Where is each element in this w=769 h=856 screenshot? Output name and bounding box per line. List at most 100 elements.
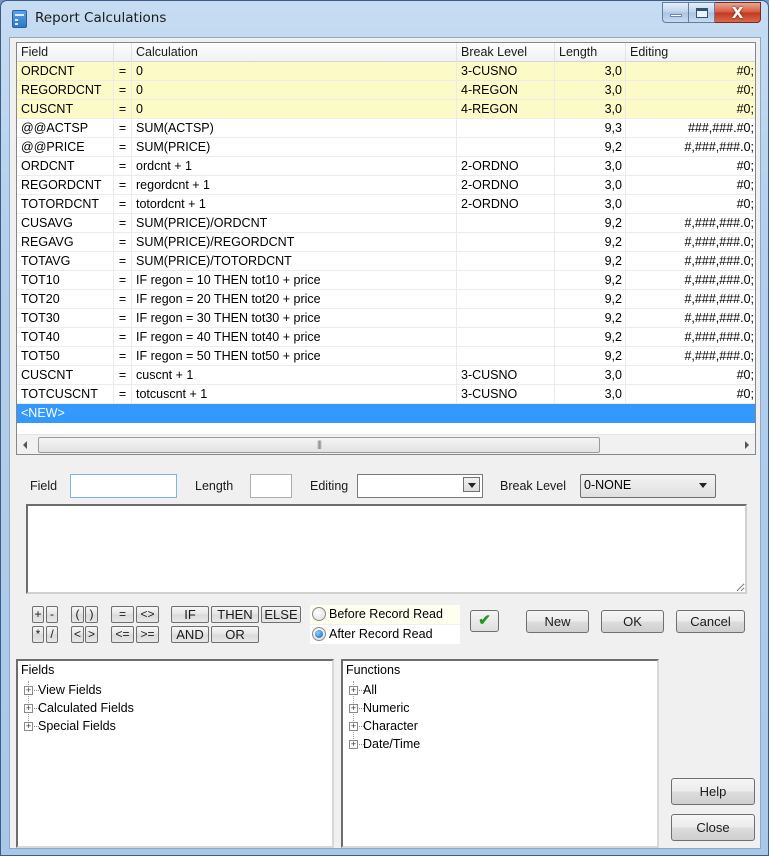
cell-editing[interactable]: #0; bbox=[626, 81, 755, 99]
cell-calc[interactable]: regordcnt + 1 bbox=[132, 176, 457, 194]
cell-eq[interactable]: = bbox=[114, 81, 132, 99]
cell-length[interactable]: 3,0 bbox=[555, 385, 626, 403]
minimize-button[interactable] bbox=[662, 2, 689, 23]
cell-break[interactable] bbox=[457, 271, 555, 289]
expand-icon[interactable]: + bbox=[349, 704, 358, 713]
cell-calc[interactable]: IF regon = 50 THEN tot50 + price bbox=[132, 347, 457, 365]
if-button[interactable]: IF bbox=[171, 606, 209, 623]
cell-eq[interactable]: = bbox=[114, 176, 132, 194]
apply-checkmark-button[interactable]: ✔ bbox=[470, 610, 499, 632]
fields-tree[interactable]: Fields + View Fields + Calculated Fields +… bbox=[16, 659, 334, 848]
cell-editing[interactable]: #0; bbox=[626, 100, 755, 118]
cell-eq[interactable]: = bbox=[114, 347, 132, 365]
cell-break[interactable]: 3-CUSNO bbox=[457, 62, 555, 80]
cell-editing[interactable]: #0; bbox=[626, 62, 755, 80]
table-row[interactable]: CUSAVG = SUM(PRICE)/ORDCNT 9,2 #,###,###.0; bbox=[17, 214, 755, 233]
table-row[interactable]: TOTCUSCNT = totcuscnt + 1 3-CUSNO 3,0 #0; bbox=[17, 385, 755, 404]
cell-length[interactable]: 3,0 bbox=[555, 100, 626, 118]
cell-editing[interactable]: #,###,###.0; bbox=[626, 233, 755, 251]
column-header-calculation[interactable]: Calculation bbox=[132, 43, 457, 62]
cell-field[interactable]: TOTCUSCNT bbox=[17, 385, 114, 403]
cell-field[interactable]: REGORDCNT bbox=[17, 81, 114, 99]
cell-length[interactable]: 3,0 bbox=[555, 81, 626, 99]
table-row[interactable]: CUSCNT = 0 4-REGON 3,0 #0; bbox=[17, 100, 755, 119]
cell-calc[interactable]: SUM(PRICE)/ORDCNT bbox=[132, 214, 457, 232]
cell-field[interactable]: TOTAVG bbox=[17, 252, 114, 270]
expand-icon[interactable]: + bbox=[349, 722, 358, 731]
radio-after-record-read[interactable] bbox=[312, 627, 326, 641]
greater-equal-button[interactable]: >= bbox=[136, 626, 159, 643]
new-row[interactable]: <NEW> bbox=[17, 404, 755, 423]
cell-length[interactable]: 9,2 bbox=[555, 328, 626, 346]
cell-break[interactable]: 2-ORDNO bbox=[457, 157, 555, 175]
length-input[interactable] bbox=[250, 474, 292, 498]
cell-editing[interactable]: #,###,###.0; bbox=[626, 309, 755, 327]
cell-editing[interactable]: #0; bbox=[626, 157, 755, 175]
new-button[interactable]: New bbox=[526, 610, 589, 633]
less-than-button[interactable]: < bbox=[71, 626, 84, 643]
scroll-right-icon[interactable] bbox=[745, 441, 749, 449]
expand-icon[interactable]: + bbox=[24, 722, 33, 731]
cell-editing[interactable]: #,###,###.0; bbox=[626, 214, 755, 232]
editing-dropdown-button[interactable] bbox=[463, 477, 480, 492]
not-equal-button[interactable]: <> bbox=[136, 606, 159, 623]
cell-eq[interactable]: = bbox=[114, 157, 132, 175]
cell-length[interactable]: 9,2 bbox=[555, 309, 626, 327]
cell-editing[interactable]: #,###,###.0; bbox=[626, 290, 755, 308]
cell-eq[interactable]: = bbox=[114, 328, 132, 346]
cell-calc[interactable]: SUM(PRICE) bbox=[132, 138, 457, 156]
cell-field[interactable]: ORDCNT bbox=[17, 157, 114, 175]
cell-length[interactable]: 3,0 bbox=[555, 62, 626, 80]
cell-length[interactable]: 3,0 bbox=[555, 176, 626, 194]
cell-length[interactable]: 3,0 bbox=[555, 366, 626, 384]
cell-field[interactable]: CUSCNT bbox=[17, 100, 114, 118]
cell-eq[interactable]: = bbox=[114, 271, 132, 289]
column-header-editing[interactable]: Editing bbox=[626, 43, 755, 62]
ok-button[interactable]: OK bbox=[601, 610, 664, 633]
cell-calc[interactable]: totcuscnt + 1 bbox=[132, 385, 457, 403]
cell-field[interactable]: TOT40 bbox=[17, 328, 114, 346]
cell-eq[interactable]: = bbox=[114, 290, 132, 308]
cell-calc[interactable]: IF regon = 40 THEN tot40 + price bbox=[132, 328, 457, 346]
cell-eq[interactable]: = bbox=[114, 385, 132, 403]
cell-length[interactable]: 9,2 bbox=[555, 233, 626, 251]
cell-field[interactable]: TOT30 bbox=[17, 309, 114, 327]
cell-length[interactable]: 9,2 bbox=[555, 214, 626, 232]
maximize-button[interactable] bbox=[689, 2, 715, 23]
minus-button[interactable]: - bbox=[46, 606, 58, 623]
cell-calc[interactable]: 0 bbox=[132, 81, 457, 99]
cell-break[interactable] bbox=[457, 290, 555, 308]
less-equal-button[interactable]: <= bbox=[111, 626, 134, 643]
expression-editor[interactable] bbox=[26, 504, 747, 594]
cell-break[interactable]: 4-REGON bbox=[457, 81, 555, 99]
cell-calc[interactable]: SUM(PRICE)/TOTORDCNT bbox=[132, 252, 457, 270]
table-row[interactable]: CUSCNT = cuscnt + 1 3-CUSNO 3,0 #0; bbox=[17, 366, 755, 385]
cell-break[interactable]: 4-REGON bbox=[457, 100, 555, 118]
cell-field[interactable]: CUSAVG bbox=[17, 214, 114, 232]
table-row[interactable]: REGAVG = SUM(PRICE)/REGORDCNT 9,2 #,###,###.… bbox=[17, 233, 755, 252]
table-row[interactable]: ORDCNT = ordcnt + 1 2-ORDNO 3,0 #0; bbox=[17, 157, 755, 176]
cell-break[interactable]: 2-ORDNO bbox=[457, 195, 555, 213]
cell-editing[interactable]: #,###,###.0; bbox=[626, 347, 755, 365]
cell-eq[interactable]: = bbox=[114, 309, 132, 327]
scrollbar-thumb[interactable]: ||| bbox=[38, 437, 600, 453]
cell-editing[interactable]: #0; bbox=[626, 195, 755, 213]
cell-calc[interactable]: 0 bbox=[132, 62, 457, 80]
cell-field[interactable]: REGAVG bbox=[17, 233, 114, 251]
plus-button[interactable]: + bbox=[32, 606, 44, 623]
functions-tree[interactable]: Functions + All + Numeric + Character + Date… bbox=[341, 659, 659, 848]
break-level-select[interactable]: 0-NONE bbox=[580, 474, 716, 498]
cell-length[interactable]: 3,0 bbox=[555, 157, 626, 175]
cell-calc[interactable]: 0 bbox=[132, 100, 457, 118]
cell-length[interactable]: 9,2 bbox=[555, 138, 626, 156]
column-header-field[interactable]: Field bbox=[17, 43, 114, 62]
cell-length[interactable]: 3,0 bbox=[555, 195, 626, 213]
expand-icon[interactable]: + bbox=[349, 740, 358, 749]
cell-field[interactable]: ORDCNT bbox=[17, 62, 114, 80]
cell-break[interactable]: 3-CUSNO bbox=[457, 366, 555, 384]
expand-icon[interactable]: + bbox=[24, 704, 33, 713]
cell-editing[interactable]: #0; bbox=[626, 385, 755, 403]
cell-calc[interactable]: IF regon = 20 THEN tot20 + price bbox=[132, 290, 457, 308]
cell-eq[interactable]: = bbox=[114, 195, 132, 213]
table-row[interactable]: TOT50 = IF regon = 50 THEN tot50 + price 9,… bbox=[17, 347, 755, 366]
